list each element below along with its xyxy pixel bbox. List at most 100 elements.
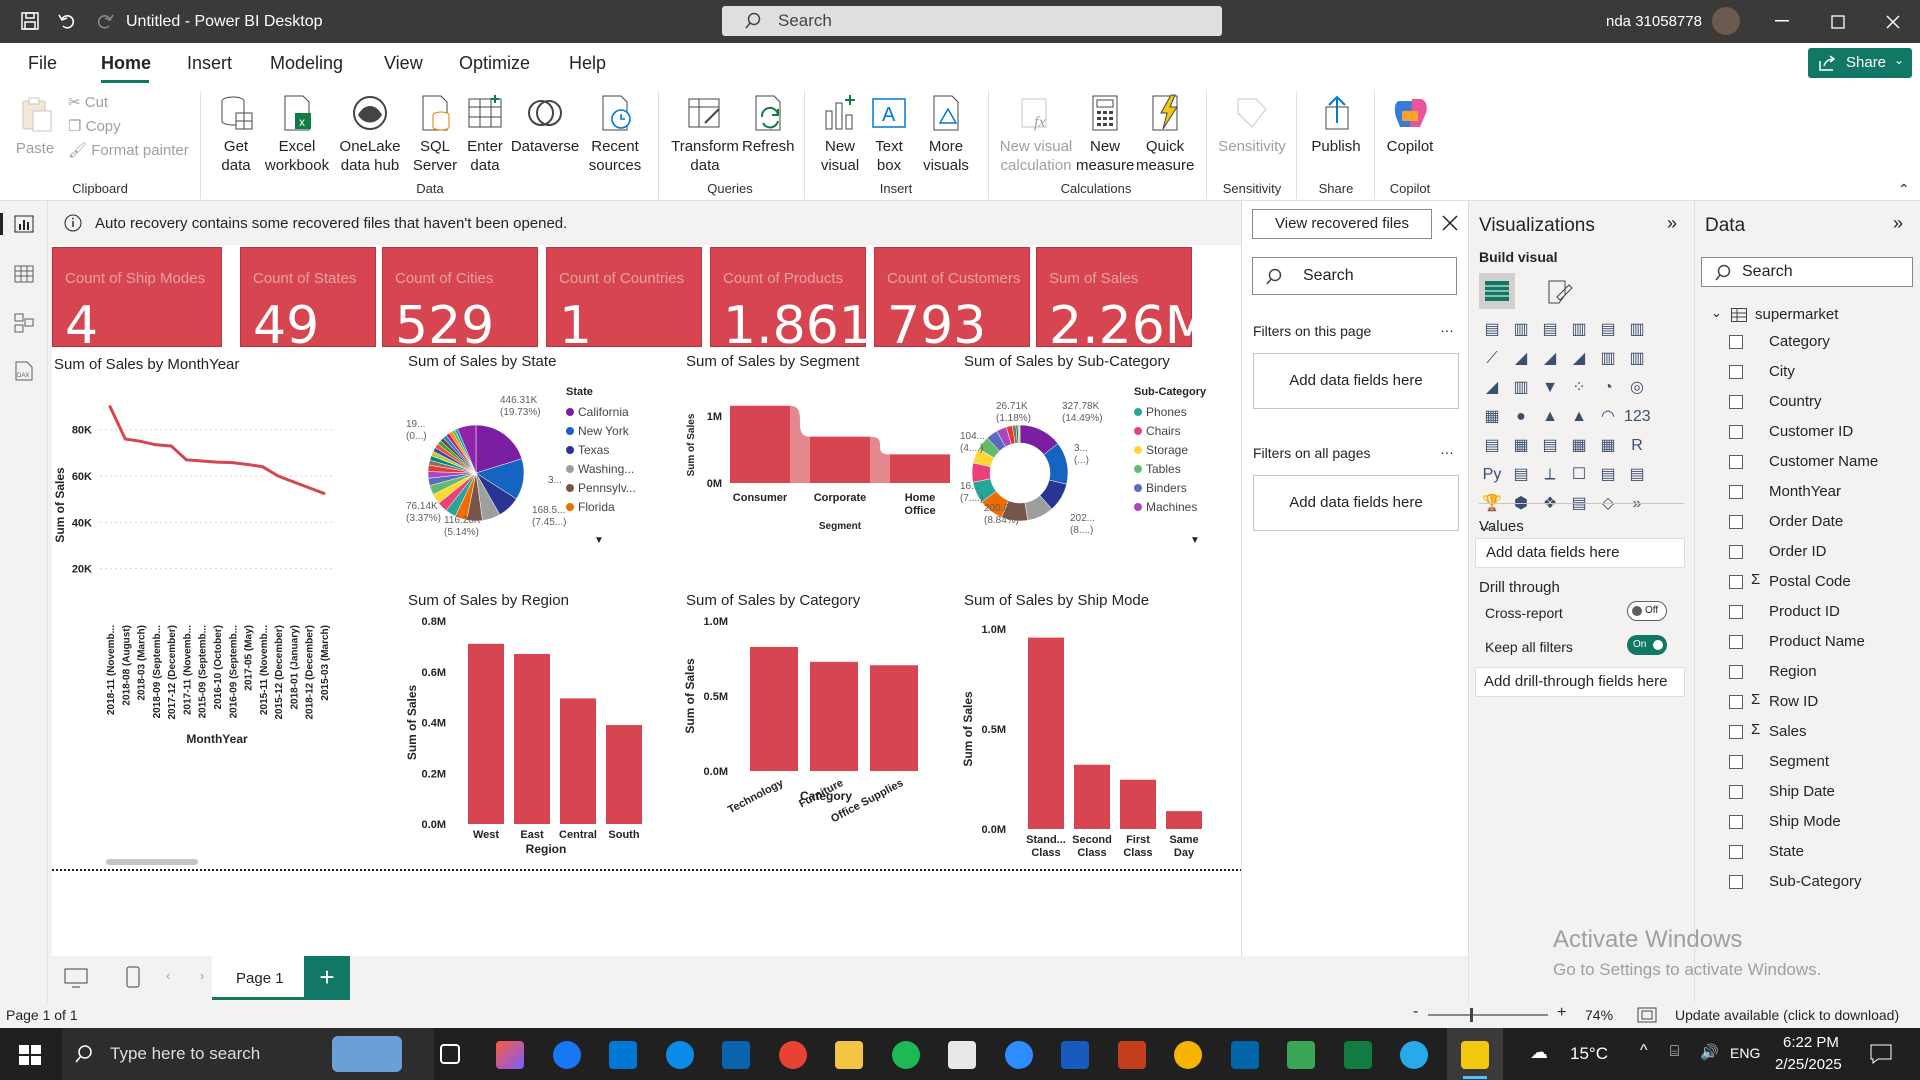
field-checkbox[interactable] [1729,875,1743,889]
powerbi-taskbar-active[interactable] [1447,1028,1503,1080]
matrix-visual-icon[interactable]: ▦ [1595,433,1621,459]
ribbon-visual-icon[interactable]: ◢ [1479,375,1505,401]
stacked-area-visual-icon[interactable]: ◢ [1537,346,1563,372]
zoom-icon[interactable] [1005,1041,1033,1069]
desktop-layout-icon[interactable] [64,968,88,988]
field-item[interactable]: Order Date [1729,511,1914,535]
task-view-icon[interactable] [440,1044,460,1064]
copilot-visual-icon[interactable]: ◇ [1595,491,1621,517]
field-checkbox[interactable] [1729,605,1743,619]
recent-sources-button[interactable]: Recent sources [586,93,644,175]
chevron-up-icon[interactable]: ^ [1640,1042,1648,1060]
data-search-input[interactable]: Search [1701,257,1913,287]
clustered-bar-visual-icon[interactable]: ▤ [1537,317,1563,343]
collapse-ribbon-icon[interactable]: ⌃ [1898,181,1910,198]
input-language[interactable]: ENG [1730,1045,1760,1061]
save-icon[interactable] [20,11,40,31]
volume-icon[interactable]: 🔊 [1700,1043,1719,1061]
format-visual-icon[interactable] [1547,279,1573,305]
new-visual-calculation-button[interactable]: fx New visual calculation [996,93,1076,175]
azure-map-visual-icon[interactable]: ▲ [1566,404,1592,430]
redo-icon[interactable] [95,11,115,31]
build-visual-tab[interactable] [1479,273,1515,309]
100-bar-visual-icon[interactable]: ▤ [1595,317,1621,343]
weather-icon[interactable]: ☁ [1530,1042,1548,1063]
refresh-button[interactable]: Refresh [742,93,795,156]
notifications-icon[interactable] [1870,1044,1892,1064]
field-checkbox[interactable] [1729,545,1743,559]
quick-measure-button[interactable]: Quick measure [1136,93,1194,175]
new-measure-button[interactable]: New measure [1076,93,1134,175]
close-icon[interactable] [1886,15,1900,29]
dataverse-button[interactable]: Dataverse [508,93,582,156]
zoom-slider-thumb[interactable] [1470,1008,1473,1022]
field-checkbox[interactable] [1729,515,1743,529]
tab-view[interactable]: View [384,53,423,74]
spotify-icon[interactable] [892,1041,920,1069]
excel-workbook-button[interactable]: x Excel workbook [262,93,332,175]
field-checkbox[interactable] [1729,455,1743,469]
publish-button[interactable]: Publish [1306,93,1366,156]
search-input[interactable]: Search [722,6,1222,36]
zoom-out-icon[interactable]: - [1413,1003,1418,1021]
filter-search-input[interactable]: Search [1252,257,1457,295]
qa-visual-icon[interactable]: ☐ [1566,462,1592,488]
kpi-card-products[interactable]: Count of Products 1.861K [710,247,906,356]
telegram-icon[interactable] [1400,1041,1428,1069]
field-checkbox[interactable] [1729,725,1743,739]
field-checkbox[interactable] [1729,365,1743,379]
field-item[interactable]: Order ID [1729,541,1914,565]
treemap-visual-icon[interactable]: ▦ [1479,404,1505,430]
enter-data-button[interactable]: Enter data [462,93,508,175]
field-item[interactable]: Σ Postal Code [1729,571,1914,595]
stacked-column-visual-icon[interactable]: ▥ [1508,317,1534,343]
update-available-link[interactable]: Update available (click to download) [1675,1007,1899,1023]
field-item[interactable]: Segment [1729,751,1914,775]
r-visual-visual-icon[interactable]: R [1624,433,1650,459]
dax-query-view-icon[interactable]: DAX [14,361,34,381]
waterfall-visual-icon[interactable]: ▥ [1508,375,1534,401]
field-item[interactable]: Category [1729,331,1914,355]
kpi-card-cities[interactable]: Count of Cities 529 [382,247,538,356]
100-column-visual-icon[interactable]: ▥ [1624,317,1650,343]
line-stacked-column-visual-icon[interactable]: ▥ [1595,346,1621,372]
kpi-card-states[interactable]: Count of States 49 [240,247,376,356]
donut-visual-icon[interactable]: ◎ [1624,375,1650,401]
powerpoint-icon[interactable] [1118,1041,1146,1069]
previous-page-icon[interactable]: ‹ [166,968,170,983]
clock-time[interactable]: 6:22 PM [1783,1034,1839,1051]
new-visual-button[interactable]: New visual [812,93,868,175]
kpi-card-countries[interactable]: Count of Countries 1 [546,247,702,356]
field-checkbox[interactable] [1729,815,1743,829]
tab-file[interactable]: File [28,53,57,74]
field-checkbox[interactable] [1729,575,1743,589]
arrow-visual-icon[interactable]: » [1624,491,1650,517]
text-box-button[interactable]: A Text box [866,93,912,175]
keep-all-filters-toggle[interactable]: On [1627,635,1667,655]
field-item[interactable]: Ship Mode [1729,811,1914,835]
pie-chart-sales-by-state[interactable]: 446.31K(19.73%) 19...(0...) 3... 168.5...(7… [404,373,674,591]
field-checkbox[interactable] [1729,665,1743,679]
zoom-in-icon[interactable]: + [1557,1004,1566,1022]
onelake-button[interactable]: OneLake data hub [332,93,408,175]
taskbar-search[interactable]: Type here to search [62,1028,434,1080]
zoom-slider[interactable] [1428,1014,1548,1016]
field-item[interactable]: Region [1729,661,1914,685]
line-clustered-column-visual-icon[interactable]: ▥ [1624,346,1650,372]
more-visuals-button[interactable]: More visuals [914,93,978,175]
network-icon[interactable]: ⌸ [1670,1043,1679,1060]
slicer-visual-icon[interactable]: ▤ [1537,433,1563,459]
tab-help[interactable]: Help [569,53,606,74]
metrics-visual-icon[interactable]: 🏆 [1479,491,1505,517]
windows-start-icon[interactable] [19,1045,41,1065]
field-item[interactable]: Sub-Category [1729,871,1914,895]
power-automate-visual-icon[interactable]: ❖ [1537,491,1563,517]
get-data-button[interactable]: Get data [208,93,264,175]
sensitivity-button[interactable]: Sensitivity [1214,93,1290,156]
add-page-button[interactable]: + [304,956,350,1000]
field-item[interactable]: City [1729,361,1914,385]
avatar[interactable] [1712,7,1740,35]
git-icon[interactable] [1287,1041,1315,1069]
field-item[interactable]: Product Name [1729,631,1914,655]
tab-home[interactable]: Home [101,53,151,74]
